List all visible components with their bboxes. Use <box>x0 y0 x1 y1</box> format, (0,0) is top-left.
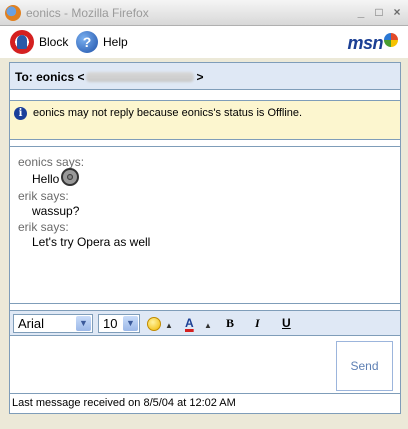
block-icon <box>10 30 34 54</box>
redacted-email <box>86 72 195 82</box>
bold-button[interactable]: B <box>226 315 234 332</box>
close-button[interactable]: × <box>390 5 404 19</box>
message-sender: erik says: <box>18 219 69 234</box>
info-icon: i <box>14 107 27 120</box>
title-bar: eonics - Mozilla Firefox _ □ × <box>0 0 408 26</box>
film-reel-icon <box>61 167 80 186</box>
window-title: eonics - Mozilla Firefox <box>26 6 149 20</box>
message-text: wassup? <box>32 204 80 218</box>
block-label: Block <box>39 35 69 49</box>
message-input[interactable] <box>10 338 332 391</box>
message-sender: erik says: <box>18 188 69 203</box>
msn-logo: msn <box>347 33 398 54</box>
format-toolbar: Arial ▼ 10 ▼ ▲ A ▲ B I U <box>10 310 400 336</box>
font-color-dropdown-icon[interactable]: ▲ <box>204 317 212 334</box>
status-bar: Last message received on 8/5/04 at 12:02… <box>10 393 400 413</box>
toolbar: Block ? Help msn <box>0 26 408 58</box>
send-button[interactable]: Send <box>336 341 393 391</box>
underline-button[interactable]: U <box>282 315 291 332</box>
font-size-select[interactable]: 10 ▼ <box>98 314 140 333</box>
compose-area: Send <box>10 338 400 393</box>
font-color-button[interactable]: A <box>185 315 194 332</box>
message: erik says: wassup? <box>18 189 392 220</box>
butterfly-icon <box>384 33 398 47</box>
to-bar: To: eonics < > <box>10 63 400 90</box>
font-size-value: 10 <box>103 316 118 331</box>
italic-button[interactable]: I <box>255 315 260 332</box>
offline-notice: i eonics may not reply because eonics's … <box>10 100 400 140</box>
firefox-icon <box>5 5 21 21</box>
message-text: Hello <box>32 171 60 186</box>
chevron-down-icon[interactable]: ▼ <box>76 316 91 331</box>
notice-text: eonics may not reply because eonics's st… <box>33 107 303 119</box>
message-history[interactable]: eonics says: Hello erik says: wassup? er… <box>10 146 400 304</box>
message: eonics says: Hello <box>18 155 392 189</box>
help-label: Help <box>103 35 128 49</box>
block-button[interactable]: Block <box>10 29 68 55</box>
help-icon: ? <box>76 31 98 53</box>
maximize-button[interactable]: □ <box>372 5 386 19</box>
conversation-window: To: eonics < > i eonics may not reply bec… <box>9 62 401 414</box>
emoticon-button[interactable] <box>147 317 161 331</box>
message: erik says: Let's try Opera as well <box>18 220 392 251</box>
to-prefix: To: eonics < <box>15 70 85 84</box>
to-suffix: > <box>196 70 204 84</box>
emoticon-dropdown-icon[interactable]: ▲ <box>165 317 173 334</box>
message-text: Let's try Opera as well <box>32 235 151 249</box>
font-value: Arial <box>18 316 45 331</box>
font-select[interactable]: Arial ▼ <box>13 314 93 333</box>
minimize-button[interactable]: _ <box>354 5 368 19</box>
chevron-down-icon[interactable]: ▼ <box>123 316 138 331</box>
help-button[interactable]: ? Help <box>76 29 128 55</box>
